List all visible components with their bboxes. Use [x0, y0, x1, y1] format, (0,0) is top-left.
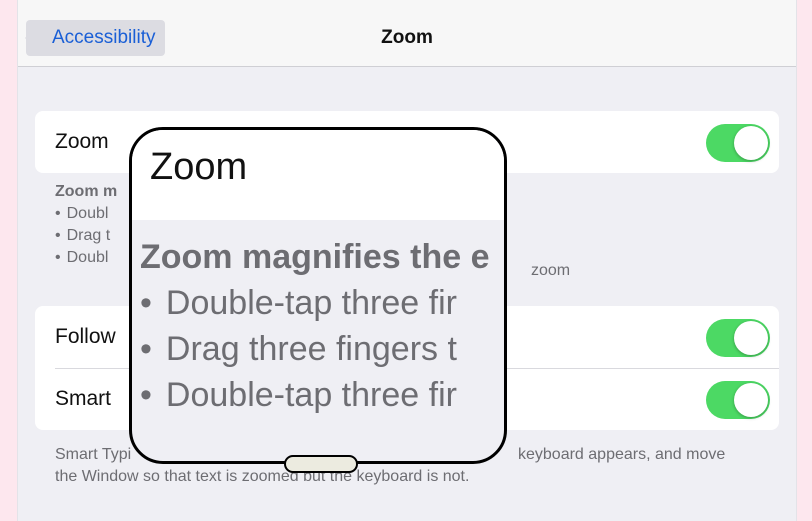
zoom-row-label: Zoom	[55, 130, 109, 153]
zoom-window-row: Zoom	[132, 130, 504, 220]
smart-footer-start: Smart Typi	[55, 446, 132, 463]
zoom-footer-trailing: zoom	[531, 262, 571, 279]
toggle-knob	[734, 126, 768, 160]
smart-footer-line2: the Window so that text is zoomed but th…	[55, 468, 470, 485]
toggle-knob	[734, 321, 768, 355]
follow-toggle[interactable]	[706, 319, 770, 357]
zoom-toggle[interactable]	[706, 124, 770, 162]
zoom-window-item: Double-tap three fir	[140, 280, 490, 326]
zoom-window-item: Drag three fingers t	[140, 326, 490, 372]
smart-typing-toggle[interactable]	[706, 381, 770, 419]
page-title: Zoom	[381, 27, 433, 48]
zoom-window-item: Double-tap three fir	[140, 372, 490, 418]
zoom-window-desc-title: Zoom magnifies the e	[140, 238, 490, 276]
smart-row-label: Smart	[55, 387, 112, 410]
zoom-window-title: Zoom	[150, 146, 248, 188]
follow-row-label: Follow	[55, 325, 116, 348]
smart-footer-end: keyboard appears, and move	[518, 446, 726, 463]
zoom-window-handle[interactable]	[284, 455, 358, 473]
navigation-bar: Accessibility Zoom	[18, 0, 796, 67]
zoom-window-description: Zoom magnifies the e Double-tap three fi…	[140, 234, 490, 418]
toggle-knob	[734, 383, 768, 417]
zoom-window[interactable]: Zoom Zoom magnifies the e Double-tap thr…	[129, 127, 507, 464]
